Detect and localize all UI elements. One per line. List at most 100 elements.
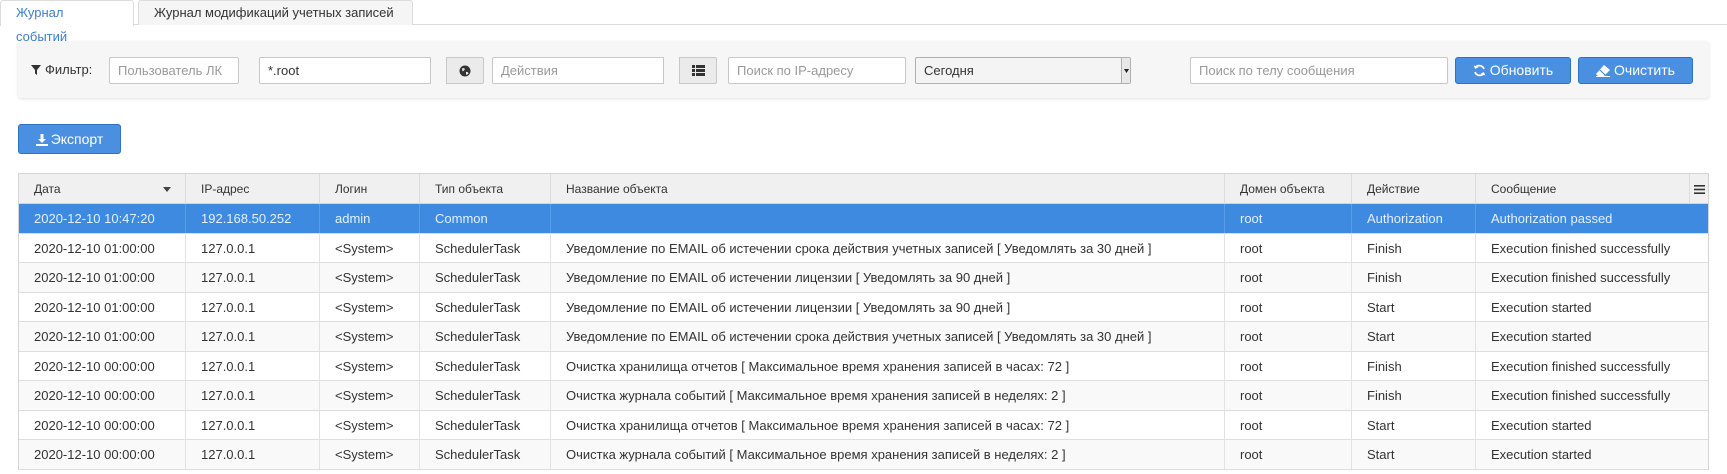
cell-login: <System> xyxy=(320,322,420,351)
cell-login: <System> xyxy=(320,351,420,381)
table-row[interactable]: 2020-12-10 00:00:00 127.0.0.1 <System> Sche… xyxy=(19,440,1708,470)
table-row[interactable]: 2020-12-10 10:47:20 192.168.50.252 admin Co… xyxy=(19,204,1708,234)
cell-object-name: Очистка журнала событий [ Максимальное в… xyxy=(551,440,1225,469)
clear-button[interactable]: Очистить xyxy=(1578,57,1693,84)
column-header-object-name[interactable]: Название объекта xyxy=(551,174,1225,204)
cell-message: Authorization passed xyxy=(1491,211,1613,226)
cell-ip: 127.0.0.1 xyxy=(186,440,320,469)
column-header-object-domain[interactable]: Домен объекта xyxy=(1225,174,1352,204)
cell-date: 2020-12-10 10:47:20 xyxy=(19,204,186,233)
cell-object-name: Очистка хранилища отчетов [ Максимальное… xyxy=(551,351,1225,381)
filter-icon xyxy=(31,65,41,75)
cell-login: <System> xyxy=(320,292,420,322)
column-header-date[interactable]: Дата xyxy=(19,174,186,204)
cell-ip: 127.0.0.1 xyxy=(186,410,320,440)
table-row[interactable]: 2020-12-10 01:00:00 127.0.0.1 <System> Sche… xyxy=(19,263,1708,293)
export-button[interactable]: Экспорт xyxy=(18,124,121,154)
hamburger-icon xyxy=(1693,184,1705,194)
filter-label-group: Фильтр: xyxy=(31,41,92,98)
cell-object-name xyxy=(551,204,1225,233)
cell-message: Execution started xyxy=(1491,299,1592,315)
cell-object-name: Уведомление по EMAIL об истечении лиценз… xyxy=(551,263,1225,292)
cell-object-domain: root xyxy=(1225,322,1352,351)
table-row[interactable]: 2020-12-10 01:00:00 127.0.0.1 <System> Sche… xyxy=(19,292,1708,322)
cell-ip: 127.0.0.1 xyxy=(186,292,320,322)
refresh-button-label: Обновить xyxy=(1489,62,1554,78)
column-header-object-type[interactable]: Тип объекта xyxy=(420,174,551,204)
cell-object-domain: root xyxy=(1225,292,1352,322)
table-row[interactable]: 2020-12-10 00:00:00 127.0.0.1 <System> Sche… xyxy=(19,351,1708,381)
cell-action: Finish xyxy=(1352,351,1476,381)
cell-action: Start xyxy=(1352,292,1476,322)
table-body: 2020-12-10 10:47:20 192.168.50.252 admin Co… xyxy=(19,204,1708,470)
cell-object-type: Common xyxy=(420,204,551,233)
cell-ip: 127.0.0.1 xyxy=(186,381,320,410)
cell-object-type: SchedulerTask xyxy=(420,322,551,351)
cell-message: Execution finished successfully xyxy=(1491,358,1671,374)
period-select[interactable]: Сегодня xyxy=(915,57,1131,84)
table-row[interactable]: 2020-12-10 01:00:00 127.0.0.1 <System> Sche… xyxy=(19,233,1708,263)
table-row[interactable]: 2020-12-10 00:00:00 127.0.0.1 <System> Sche… xyxy=(19,410,1708,440)
cell-login: <System> xyxy=(320,381,420,410)
cell-object-name: Уведомление по EMAIL об истечении срока … xyxy=(551,322,1225,351)
cell-object-type: SchedulerTask xyxy=(420,410,551,440)
message-search-input[interactable] xyxy=(1190,57,1448,84)
table-row[interactable]: 2020-12-10 00:00:00 127.0.0.1 <System> Sche… xyxy=(19,381,1708,411)
cell-action: Start xyxy=(1352,322,1476,351)
eraser-icon xyxy=(1596,65,1611,77)
cell-object-name: Очистка хранилища отчетов [ Максимальное… xyxy=(551,410,1225,440)
tab-event-log[interactable]: Журнал событий xyxy=(0,0,134,44)
refresh-button[interactable]: Обновить xyxy=(1455,57,1571,84)
domain-filter-input[interactable] xyxy=(259,57,431,84)
cell-date: 2020-12-10 00:00:00 xyxy=(19,410,186,440)
user-filter-input[interactable] xyxy=(109,57,239,84)
cell-date: 2020-12-10 01:00:00 xyxy=(19,292,186,322)
event-log-table: Дата IP-адрес Логин Тип объекта Название… xyxy=(18,173,1709,470)
cell-date: 2020-12-10 01:00:00 xyxy=(19,233,186,263)
cell-ip: 127.0.0.1 xyxy=(186,351,320,381)
column-header-ip[interactable]: IP-адрес xyxy=(186,174,320,204)
cell-object-type: SchedulerTask xyxy=(420,351,551,381)
cell-ip: 127.0.0.1 xyxy=(186,233,320,263)
cell-object-domain: root xyxy=(1225,204,1352,233)
cell-action: Finish xyxy=(1352,233,1476,263)
cell-date: 2020-12-10 01:00:00 xyxy=(19,263,186,292)
cell-login: <System> xyxy=(320,440,420,469)
actions-list-button[interactable] xyxy=(679,57,717,84)
download-icon xyxy=(35,134,48,146)
globe-icon xyxy=(459,65,471,76)
column-header-login[interactable]: Логин xyxy=(320,174,420,204)
column-menu-button[interactable] xyxy=(1690,174,1708,204)
cell-message: Execution started xyxy=(1491,329,1592,344)
cell-object-type: SchedulerTask xyxy=(420,233,551,263)
cell-login: admin xyxy=(320,204,420,233)
cell-date: 2020-12-10 00:00:00 xyxy=(19,440,186,469)
period-select-value: Сегодня xyxy=(924,63,974,78)
cell-action: Finish xyxy=(1352,381,1476,410)
cell-date: 2020-12-10 00:00:00 xyxy=(19,381,186,410)
cell-object-name: Уведомление по EMAIL об истечении лиценз… xyxy=(551,292,1225,322)
cell-object-domain: root xyxy=(1225,440,1352,469)
cell-date: 2020-12-10 01:00:00 xyxy=(19,322,186,351)
cell-object-domain: root xyxy=(1225,381,1352,410)
cell-login: <System> xyxy=(320,233,420,263)
column-header-message[interactable]: Сообщение xyxy=(1476,174,1690,204)
cell-message: Execution started xyxy=(1491,417,1592,433)
tab-account-modification-log[interactable]: Журнал модификаций учетных записей xyxy=(138,0,413,25)
cell-message: Execution started xyxy=(1491,447,1592,462)
cell-object-name: Уведомление по EMAIL об истечении срока … xyxy=(551,233,1225,263)
cell-object-name: Очистка журнала событий [ Максимальное в… xyxy=(551,381,1225,410)
cell-object-domain: root xyxy=(1225,410,1352,440)
cell-message: Execution finished successfully xyxy=(1491,240,1671,256)
ip-search-input[interactable] xyxy=(728,57,906,84)
tab-bar: Журнал событий Журнал модификаций учетны… xyxy=(0,0,1727,44)
domain-picker-button[interactable] xyxy=(446,57,484,84)
cell-action: Authorization xyxy=(1352,204,1476,233)
table-header: Дата IP-адрес Логин Тип объекта Название… xyxy=(19,174,1708,204)
column-header-action[interactable]: Действие xyxy=(1352,174,1476,204)
actions-filter-input[interactable] xyxy=(492,57,664,84)
export-button-label: Экспорт xyxy=(50,131,104,147)
sort-desc-icon xyxy=(163,187,171,192)
table-row[interactable]: 2020-12-10 01:00:00 127.0.0.1 <System> Sche… xyxy=(19,322,1708,352)
cell-login: <System> xyxy=(320,410,420,440)
